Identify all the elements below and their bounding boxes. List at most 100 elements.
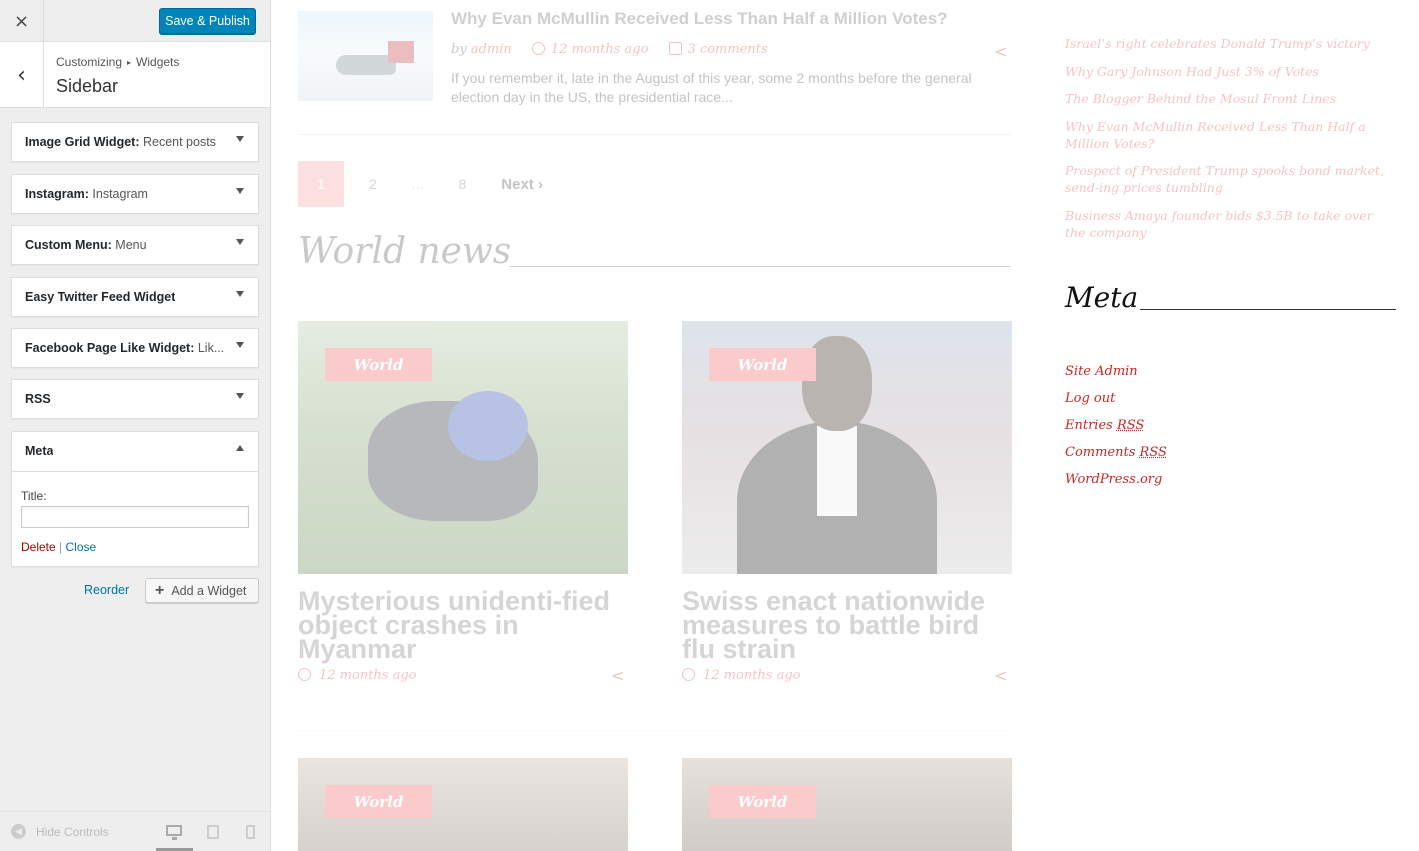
- widget-name: Instagram:: [25, 187, 89, 201]
- entries-label: Entries: [1065, 418, 1113, 433]
- expand-arrow-icon[interactable]: [236, 393, 244, 399]
- card-date: 12 months ago: [298, 668, 417, 683]
- rss-abbr: RSS: [1116, 418, 1145, 433]
- title-label: Title:: [21, 489, 47, 503]
- expand-arrow-icon[interactable]: [236, 239, 244, 245]
- reorder-link[interactable]: Reorder: [84, 583, 129, 597]
- share-icon[interactable]: <: [994, 42, 1007, 61]
- section-header: ‹ Customizing ▸ Widgets Sidebar: [0, 42, 270, 108]
- clock-icon: [298, 668, 311, 681]
- customizer-panel: × Save & Publish ‹ Customizing ▸ Widgets S…: [0, 0, 271, 851]
- page-current[interactable]: 1: [298, 161, 344, 207]
- collapse-arrow-circle-icon: ◀: [11, 824, 26, 839]
- divider: [298, 730, 1011, 731]
- mobile-preview-icon[interactable]: [246, 825, 255, 839]
- recent-post-link[interactable]: Business Amaya founder bids $3.5B to tak…: [1065, 207, 1397, 241]
- wordpress-link[interactable]: WordPress.org: [1065, 471, 1167, 488]
- widget-instagram[interactable]: Instagram: Instagram: [11, 174, 259, 214]
- recent-post-link[interactable]: The Blogger Behind the Mosul Front Lines: [1065, 90, 1397, 107]
- section-title: Sidebar: [56, 76, 119, 96]
- widget-rss[interactable]: RSS: [11, 379, 259, 419]
- card-image[interactable]: World: [298, 758, 628, 851]
- widget-subtitle: Menu: [115, 238, 147, 252]
- breadcrumb-parent: Customizing: [56, 55, 123, 69]
- rss-abbr: RSS: [1139, 445, 1167, 460]
- recent-post-link[interactable]: Why Evan McMullin Received Less Than Hal…: [1065, 118, 1397, 152]
- comments-label: Comments: [1065, 445, 1136, 460]
- category-tag[interactable]: World: [709, 348, 816, 381]
- widget-twitter-feed[interactable]: Easy Twitter Feed Widget: [11, 277, 259, 317]
- close-link[interactable]: Close: [66, 540, 97, 554]
- card-title[interactable]: Swiss enact nationwide measures to battl…: [682, 588, 1012, 663]
- author-link[interactable]: admin: [471, 42, 512, 57]
- post-thumbnail[interactable]: [298, 11, 433, 101]
- tablet-preview-icon[interactable]: [207, 825, 219, 839]
- widget-meta[interactable]: Meta Title: Delete | Close: [11, 431, 259, 567]
- save-publish-button[interactable]: Save & Publish: [159, 8, 256, 34]
- category-tag[interactable]: World: [325, 785, 432, 818]
- share-icon[interactable]: <: [611, 666, 624, 685]
- widget-name: Image Grid Widget:: [25, 135, 140, 149]
- hide-controls-button[interactable]: ◀ Hide Controls: [11, 824, 109, 839]
- widget-name: Facebook Page Like Widget:: [25, 341, 195, 355]
- actions-divider: |: [59, 540, 63, 554]
- post-date: 12 months ago: [550, 42, 649, 57]
- category-tag[interactable]: World: [325, 348, 432, 381]
- meta-widget-heading: Meta: [1065, 281, 1139, 314]
- expand-arrow-icon[interactable]: [236, 342, 244, 348]
- log-out-link[interactable]: Log out: [1065, 390, 1167, 407]
- expand-arrow-icon[interactable]: [236, 136, 244, 142]
- post-excerpt: If you remember it, late in the August o…: [451, 70, 972, 105]
- share-icon[interactable]: <: [994, 666, 1007, 685]
- card-image[interactable]: World: [298, 321, 628, 574]
- widget-image-grid[interactable]: Image Grid Widget: Recent posts: [11, 122, 259, 162]
- widget-title: Facebook Page Like Widget: Lik...: [25, 341, 224, 355]
- widget-actions: Delete | Close: [21, 540, 96, 554]
- breadcrumb: Customizing ▸ Widgets: [56, 55, 179, 69]
- hide-controls-label: Hide Controls: [36, 824, 109, 839]
- widget-custom-menu[interactable]: Custom Menu: Menu: [11, 225, 259, 265]
- breadcrumb-current: Widgets: [136, 55, 180, 69]
- desktop-preview-icon[interactable]: [166, 825, 182, 840]
- card-image[interactable]: World: [682, 321, 1012, 574]
- category-tag[interactable]: World: [709, 785, 816, 818]
- close-icon[interactable]: ×: [0, 0, 44, 42]
- comments-link[interactable]: 3 comments: [688, 42, 768, 57]
- widget-name: Custom Menu:: [25, 238, 112, 252]
- expand-arrow-icon[interactable]: [236, 291, 244, 297]
- widget-title: Meta: [25, 444, 53, 458]
- meta-links: Site Admin Log out Entries RSS Comments …: [1065, 363, 1167, 498]
- widget-subtitle: Lik...: [197, 341, 225, 355]
- by-label: by: [451, 42, 467, 57]
- next-page-link[interactable]: Next ›: [501, 176, 543, 193]
- post-title[interactable]: Why Evan McMullin Received Less Than Hal…: [451, 9, 948, 29]
- expand-arrow-icon[interactable]: [236, 188, 244, 194]
- add-widget-button[interactable]: + Add a Widget: [145, 578, 259, 603]
- page-ellipsis: ...: [411, 176, 424, 192]
- divider: [298, 134, 1011, 135]
- title-input[interactable]: [21, 506, 249, 528]
- recent-post-link[interactable]: Prospect of President Trump spooks bond …: [1065, 162, 1397, 196]
- recent-post-link[interactable]: Israel’s right celebrates Donald Trump’s…: [1065, 35, 1397, 52]
- back-chevron-icon[interactable]: ‹: [0, 42, 44, 108]
- breadcrumb-separator-icon: ▸: [127, 58, 132, 67]
- card-title[interactable]: Mysterious unidenti-fied object crashes …: [298, 588, 628, 663]
- widget-title: Easy Twitter Feed Widget: [25, 290, 175, 304]
- recent-post-link[interactable]: Why Gary Johnson Had Just 3% of Votes: [1065, 63, 1397, 80]
- widget-name: RSS: [25, 392, 51, 406]
- card-image[interactable]: World: [682, 758, 1012, 851]
- collapse-arrow-icon[interactable]: [236, 445, 244, 451]
- heading-rule: [1140, 309, 1396, 310]
- comment-icon: [668, 42, 682, 55]
- widget-name: Easy Twitter Feed Widget: [25, 290, 176, 304]
- entries-rss-link[interactable]: Entries RSS: [1065, 417, 1167, 434]
- customizer-footer: ◀ Hide Controls: [0, 811, 270, 851]
- site-admin-link[interactable]: Site Admin: [1065, 363, 1167, 380]
- page-link[interactable]: 2: [369, 176, 377, 192]
- delete-link[interactable]: Delete: [21, 540, 56, 554]
- widget-name: Meta: [25, 444, 54, 458]
- widget-facebook-like[interactable]: Facebook Page Like Widget: Lik...: [11, 328, 259, 368]
- comments-rss-link[interactable]: Comments RSS: [1065, 444, 1167, 461]
- pagination: 1 2 ... 8 Next ›: [298, 161, 543, 207]
- page-link[interactable]: 8: [458, 176, 466, 192]
